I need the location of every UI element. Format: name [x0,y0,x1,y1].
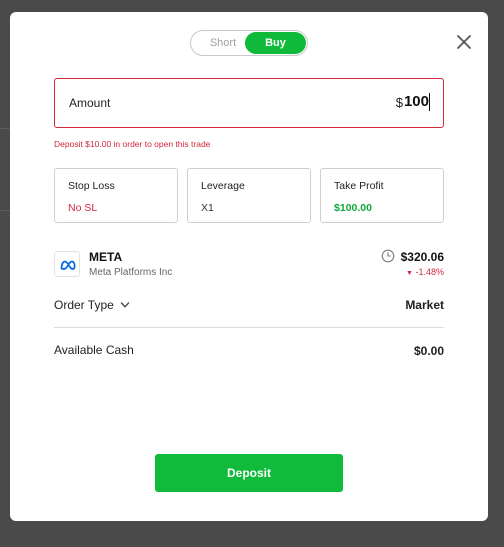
take-profit-label: Take Profit [334,180,384,192]
buy-option[interactable]: Buy [245,32,306,54]
stop-loss-box[interactable]: Stop Loss No SL [54,168,178,223]
divider [54,327,444,328]
currency-symbol: $ [395,95,403,110]
asset-price: $320.06 [400,250,444,264]
leverage-value: X1 [201,202,214,214]
stop-loss-value: No SL [68,202,98,214]
stop-loss-label: Stop Loss [68,180,115,192]
available-cash-value: $0.00 [413,344,444,358]
take-profit-value: $100.00 [334,202,372,214]
meta-logo-icon [54,251,80,277]
leverage-label: Leverage [201,180,245,192]
price-change-value: -1.48% [415,267,444,277]
chevron-down-icon [121,302,130,308]
amount-value[interactable]: 100 [404,93,429,110]
order-type-label: Order Type [54,298,114,312]
take-profit-box[interactable]: Take Profit $100.00 [320,168,444,223]
deposit-error-message: Deposit $10.00 in order to open this tra… [54,139,211,149]
price-change: ▼ -1.48% [406,267,444,277]
trade-modal: Short Buy Amount $ 100 Deposit $10.00 in… [10,12,488,521]
amount-input[interactable]: Amount $ 100 [54,78,444,128]
asset-name: Meta Platforms Inc [89,267,173,278]
short-option[interactable]: Short [197,32,249,54]
deposit-button[interactable]: Deposit [155,454,343,492]
background-divider [0,128,10,129]
amount-label: Amount [69,96,111,110]
clock-icon [381,249,395,263]
down-arrow-icon: ▼ [406,270,413,277]
background-divider [0,210,10,211]
trade-direction-toggle[interactable]: Short Buy [190,30,308,56]
order-type-dropdown[interactable]: Order Type [54,298,130,312]
order-type-value: Market [405,298,444,312]
available-cash-label: Available Cash [54,343,134,357]
close-icon[interactable] [456,34,472,50]
text-cursor [429,93,430,111]
asset-symbol: META [89,250,123,264]
leverage-box[interactable]: Leverage X1 [187,168,311,223]
